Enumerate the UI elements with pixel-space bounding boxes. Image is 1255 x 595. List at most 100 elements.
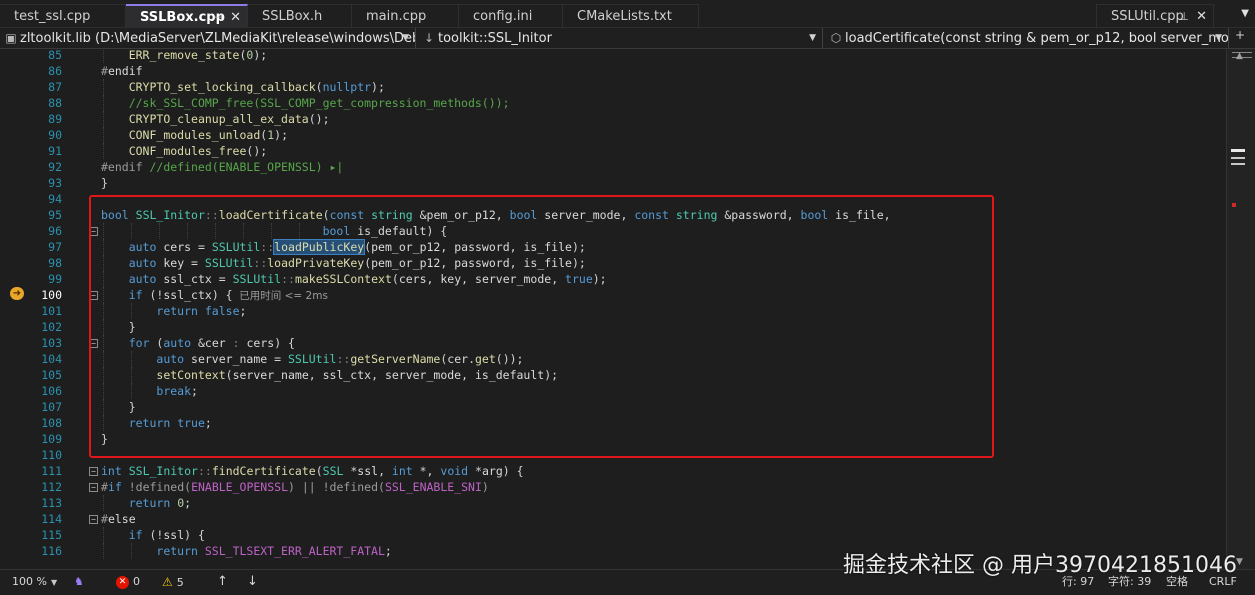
project-icon: ▣: [5, 31, 17, 45]
fold-toggle-icon[interactable]: −: [89, 227, 98, 236]
code-line[interactable]: 111 − int SSL_Initor::findCertificate(SSL …: [0, 463, 1226, 479]
line-number: 114: [41, 512, 62, 526]
vertical-scrollbar[interactable]: ▲ ▼: [1226, 49, 1255, 569]
tab-sslbox-h[interactable]: SSLBox.h: [248, 4, 352, 28]
fold-toggle-icon[interactable]: −: [89, 291, 98, 300]
code-line[interactable]: 103 − for (auto &cer : cers) {: [0, 335, 1226, 351]
fold-toggle-icon[interactable]: −: [89, 515, 98, 524]
code-line[interactable]: 93}: [0, 175, 1226, 191]
code-line[interactable]: 112 − #if !defined(ENABLE_OPENSSL) || !def…: [0, 479, 1226, 495]
code-line[interactable]: 101 return false;: [0, 303, 1226, 319]
scroll-thumb[interactable]: [1231, 149, 1245, 152]
code-text[interactable]: bool SSL_Initor::loadCertificate(const s…: [101, 207, 891, 223]
code-text[interactable]: }: [101, 319, 136, 335]
split-add-icon[interactable]: +: [1235, 28, 1245, 42]
code-line[interactable]: 98 auto key = SSLUtil::loadPrivateKey(pe…: [0, 255, 1226, 271]
code-line[interactable]: 94: [0, 191, 1226, 207]
code-line[interactable]: 88 //sk_SSL_COMP_free(SSL_COMP_get_compr…: [0, 95, 1226, 111]
line-number: 102: [41, 320, 62, 334]
code-editor[interactable]: ➜ 85 ERR_remove_state(0); 86 #endif 87 CRYP…: [0, 49, 1226, 569]
code-line[interactable]: 91 CONF_modules_free();: [0, 143, 1226, 159]
code-line[interactable]: 109}: [0, 431, 1226, 447]
code-line[interactable]: 102 }: [0, 319, 1226, 335]
code-text[interactable]: for (auto &cer : cers) {: [101, 335, 295, 351]
tab-config-ini[interactable]: config.ini: [459, 4, 563, 28]
member-dropdown[interactable]: ⬡ loadCertificate(const string & pem_or_p…: [825, 28, 1229, 48]
code-text[interactable]: return true;: [101, 415, 212, 431]
code-text[interactable]: //sk_SSL_COMP_free(SSL_COMP_get_compress…: [101, 95, 510, 111]
navigate-down-icon[interactable]: ↓: [247, 571, 258, 593]
code-line[interactable]: 113 return 0;: [0, 495, 1226, 511]
scroll-down-icon[interactable]: ▼: [1236, 557, 1243, 567]
code-line[interactable]: 106 break;: [0, 383, 1226, 399]
code-line[interactable]: 108 return true;: [0, 415, 1226, 431]
project-dropdown[interactable]: ▣ zltoolkit.lib (D:\MediaServer\ZLMediaKi…: [0, 28, 416, 48]
pin-icon[interactable]: ⊥: [1179, 5, 1189, 29]
fold-toggle-icon[interactable]: −: [89, 467, 98, 476]
code-text[interactable]: CRYPTO_cleanup_all_ex_data();: [101, 111, 330, 127]
code-text[interactable]: auto cers = SSLUtil::loadPublicKey(pem_o…: [101, 239, 586, 255]
code-text[interactable]: int SSL_Initor::findCertificate(SSL *ssl…: [101, 463, 524, 479]
copilot-icon[interactable]: ♞: [74, 571, 84, 593]
code-text[interactable]: break;: [101, 383, 198, 399]
code-line[interactable]: 115 if (!ssl) {: [0, 527, 1226, 543]
line-number: 106: [41, 384, 62, 398]
code-text[interactable]: auto key = SSLUtil::loadPrivateKey(pem_o…: [101, 255, 586, 271]
code-line[interactable]: 90 CONF_modules_unload(1);: [0, 127, 1226, 143]
line-number: 85: [48, 49, 62, 62]
line-number: 98: [48, 256, 62, 270]
tab-sslbox-cpp[interactable]: SSLBox.cpp ⊣ ✕: [126, 4, 248, 28]
navigate-up-icon[interactable]: ↑: [217, 571, 228, 593]
code-text[interactable]: if (!ssl) {: [101, 527, 205, 543]
scroll-up-icon[interactable]: ▲: [1236, 51, 1243, 61]
close-icon[interactable]: ✕: [230, 6, 241, 30]
code-line[interactable]: 104 auto server_name = SSLUtil::getServe…: [0, 351, 1226, 367]
code-text[interactable]: CRYPTO_set_locking_callback(nullptr);: [101, 79, 385, 95]
code-line[interactable]: 110: [0, 447, 1226, 463]
tab-cmakelists-txt[interactable]: CMakeLists.txt: [563, 4, 699, 28]
fold-toggle-icon[interactable]: −: [89, 483, 98, 492]
error-count[interactable]: ✕ 0: [116, 571, 140, 593]
code-text[interactable]: #else: [101, 511, 136, 527]
code-line[interactable]: 86 #endif: [0, 63, 1226, 79]
code-text[interactable]: }: [101, 399, 136, 415]
code-text[interactable]: #endif //defined(ENABLE_OPENSSL) ▸|: [101, 159, 343, 175]
code-text[interactable]: #endif: [101, 63, 143, 79]
code-line[interactable]: 100 − if (!ssl_ctx) { 已用时间 <= 2ms: [0, 287, 1226, 303]
tab-overflow-dropdown-icon[interactable]: ▼: [1241, 8, 1249, 19]
code-line[interactable]: 95 bool SSL_Initor::loadCertificate(const…: [0, 207, 1226, 223]
code-text[interactable]: return SSL_TLSEXT_ERR_ALERT_FATAL;: [101, 543, 391, 559]
code-line[interactable]: 97 auto cers = SSLUtil::loadPublicKey(pe…: [0, 239, 1226, 255]
tab-main-cpp[interactable]: main.cpp: [352, 4, 459, 28]
code-line[interactable]: 89 CRYPTO_cleanup_all_ex_data();: [0, 111, 1226, 127]
code-text[interactable]: CONF_modules_unload(1);: [101, 127, 288, 143]
code-text[interactable]: if (!ssl_ctx) { 已用时间 <= 2ms: [101, 287, 328, 304]
code-line[interactable]: 96 − bool is_default) {: [0, 223, 1226, 239]
close-icon[interactable]: ✕: [1196, 5, 1207, 29]
code-line[interactable]: 114 − #else: [0, 511, 1226, 527]
code-text[interactable]: }: [101, 431, 108, 447]
code-text[interactable]: setContext(server_name, ssl_ctx, server_…: [101, 367, 558, 383]
code-line[interactable]: 107 }: [0, 399, 1226, 415]
pin-icon[interactable]: ⊣: [213, 6, 223, 30]
code-text[interactable]: #if !defined(ENABLE_OPENSSL) || !defined…: [101, 479, 489, 495]
tab-sslutil-cpp[interactable]: SSLUtil.cpp ⊥ ✕: [1096, 4, 1214, 28]
warning-count[interactable]: ⚠ 5: [162, 571, 184, 594]
code-line[interactable]: 85 ERR_remove_state(0);: [0, 49, 1226, 63]
code-line[interactable]: 87 CRYPTO_set_locking_callback(nullptr);: [0, 79, 1226, 95]
code-text[interactable]: CONF_modules_free();: [101, 143, 267, 159]
code-text[interactable]: bool is_default) {: [101, 223, 448, 239]
code-text[interactable]: auto ssl_ctx = SSLUtil::makeSSLContext(c…: [101, 271, 607, 287]
scope-dropdown[interactable]: ↓ toolkit::SSL_Initor ▼: [418, 28, 823, 48]
code-text[interactable]: return 0;: [101, 495, 191, 511]
zoom-dropdown[interactable]: 100 % ▼: [12, 571, 57, 594]
code-line[interactable]: 99 auto ssl_ctx = SSLUtil::makeSSLContex…: [0, 271, 1226, 287]
tab-test-ssl-cpp[interactable]: test_ssl.cpp: [0, 4, 126, 28]
fold-toggle-icon[interactable]: −: [89, 339, 98, 348]
code-text[interactable]: }: [101, 175, 108, 191]
code-text[interactable]: ERR_remove_state(0);: [101, 49, 268, 63]
code-line[interactable]: 92 #endif //defined(ENABLE_OPENSSL) ▸|: [0, 159, 1226, 175]
code-text[interactable]: return false;: [101, 303, 246, 319]
code-line[interactable]: 105 setContext(server_name, ssl_ctx, ser…: [0, 367, 1226, 383]
code-text[interactable]: auto server_name = SSLUtil::getServerNam…: [101, 351, 523, 367]
